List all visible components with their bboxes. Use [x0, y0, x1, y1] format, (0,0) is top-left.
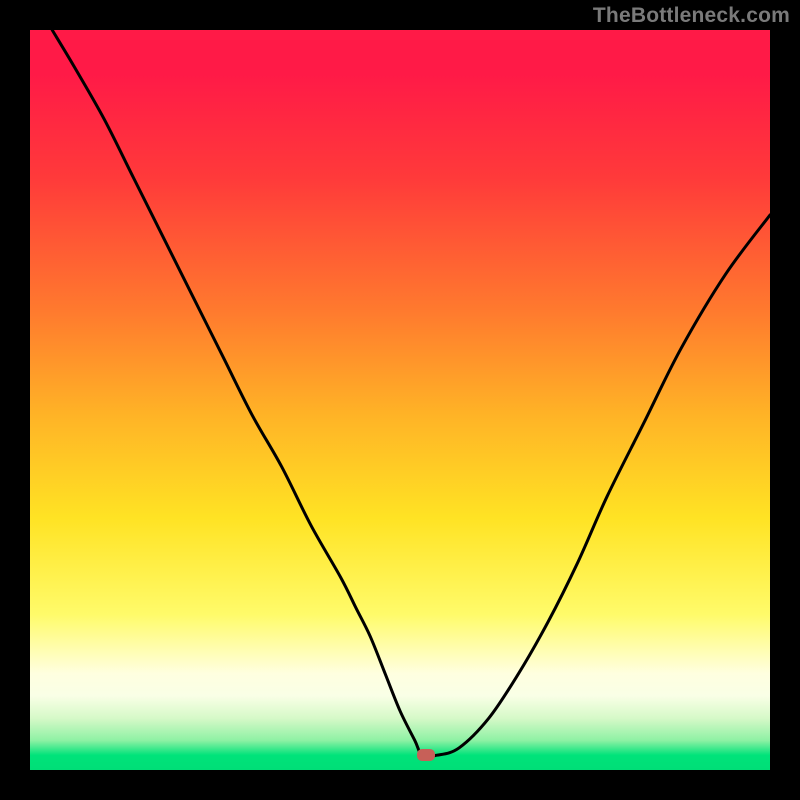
plot-area: [30, 30, 770, 770]
chart-frame: TheBottleneck.com: [0, 0, 800, 800]
optimal-point-marker: [417, 749, 435, 761]
bottleneck-curve: [30, 30, 770, 770]
watermark-text: TheBottleneck.com: [593, 4, 790, 28]
